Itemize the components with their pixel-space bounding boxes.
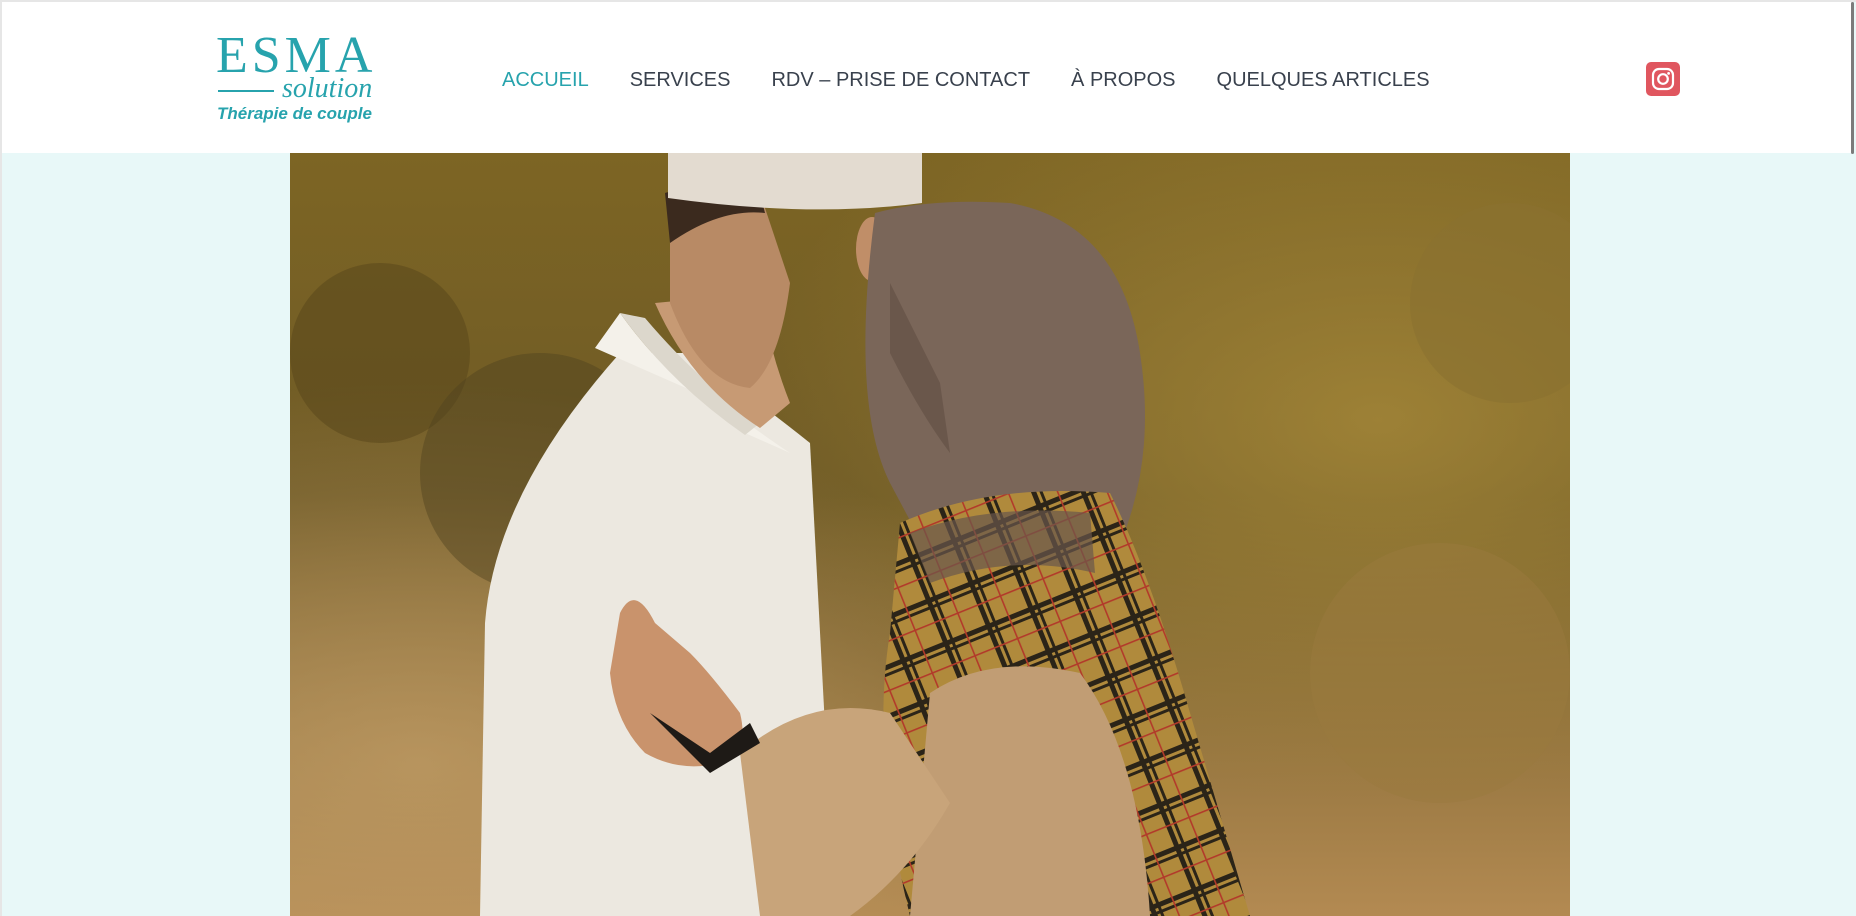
page: ESMA solution Thérapie de couple ACCUEIL…	[0, 0, 1856, 916]
scrollbar[interactable]	[1851, 2, 1854, 154]
hero-image	[290, 153, 1570, 916]
site-header: ESMA solution Thérapie de couple ACCUEIL…	[2, 2, 1852, 153]
logo-rule	[218, 90, 274, 92]
nav-item-accueil[interactable]: ACCUEIL	[502, 68, 589, 92]
main-nav: ACCUEIL SERVICES RDV – PRISE DE CONTACT …	[502, 68, 1430, 92]
nav-item-services[interactable]: SERVICES	[630, 68, 731, 92]
logo-tagline: Thérapie de couple	[217, 104, 372, 123]
site-logo[interactable]: ESMA solution Thérapie de couple	[216, 30, 386, 130]
couple-embrace-photo	[290, 153, 1570, 916]
nav-item-a-propos[interactable]: À PROPOS	[1071, 68, 1175, 92]
instagram-icon	[1651, 67, 1675, 91]
logo-subname: solution	[282, 73, 373, 104]
nav-item-rdv[interactable]: RDV – PRISE DE CONTACT	[771, 68, 1030, 92]
instagram-link[interactable]	[1646, 62, 1680, 96]
nav-item-articles[interactable]: QUELQUES ARTICLES	[1217, 68, 1430, 92]
